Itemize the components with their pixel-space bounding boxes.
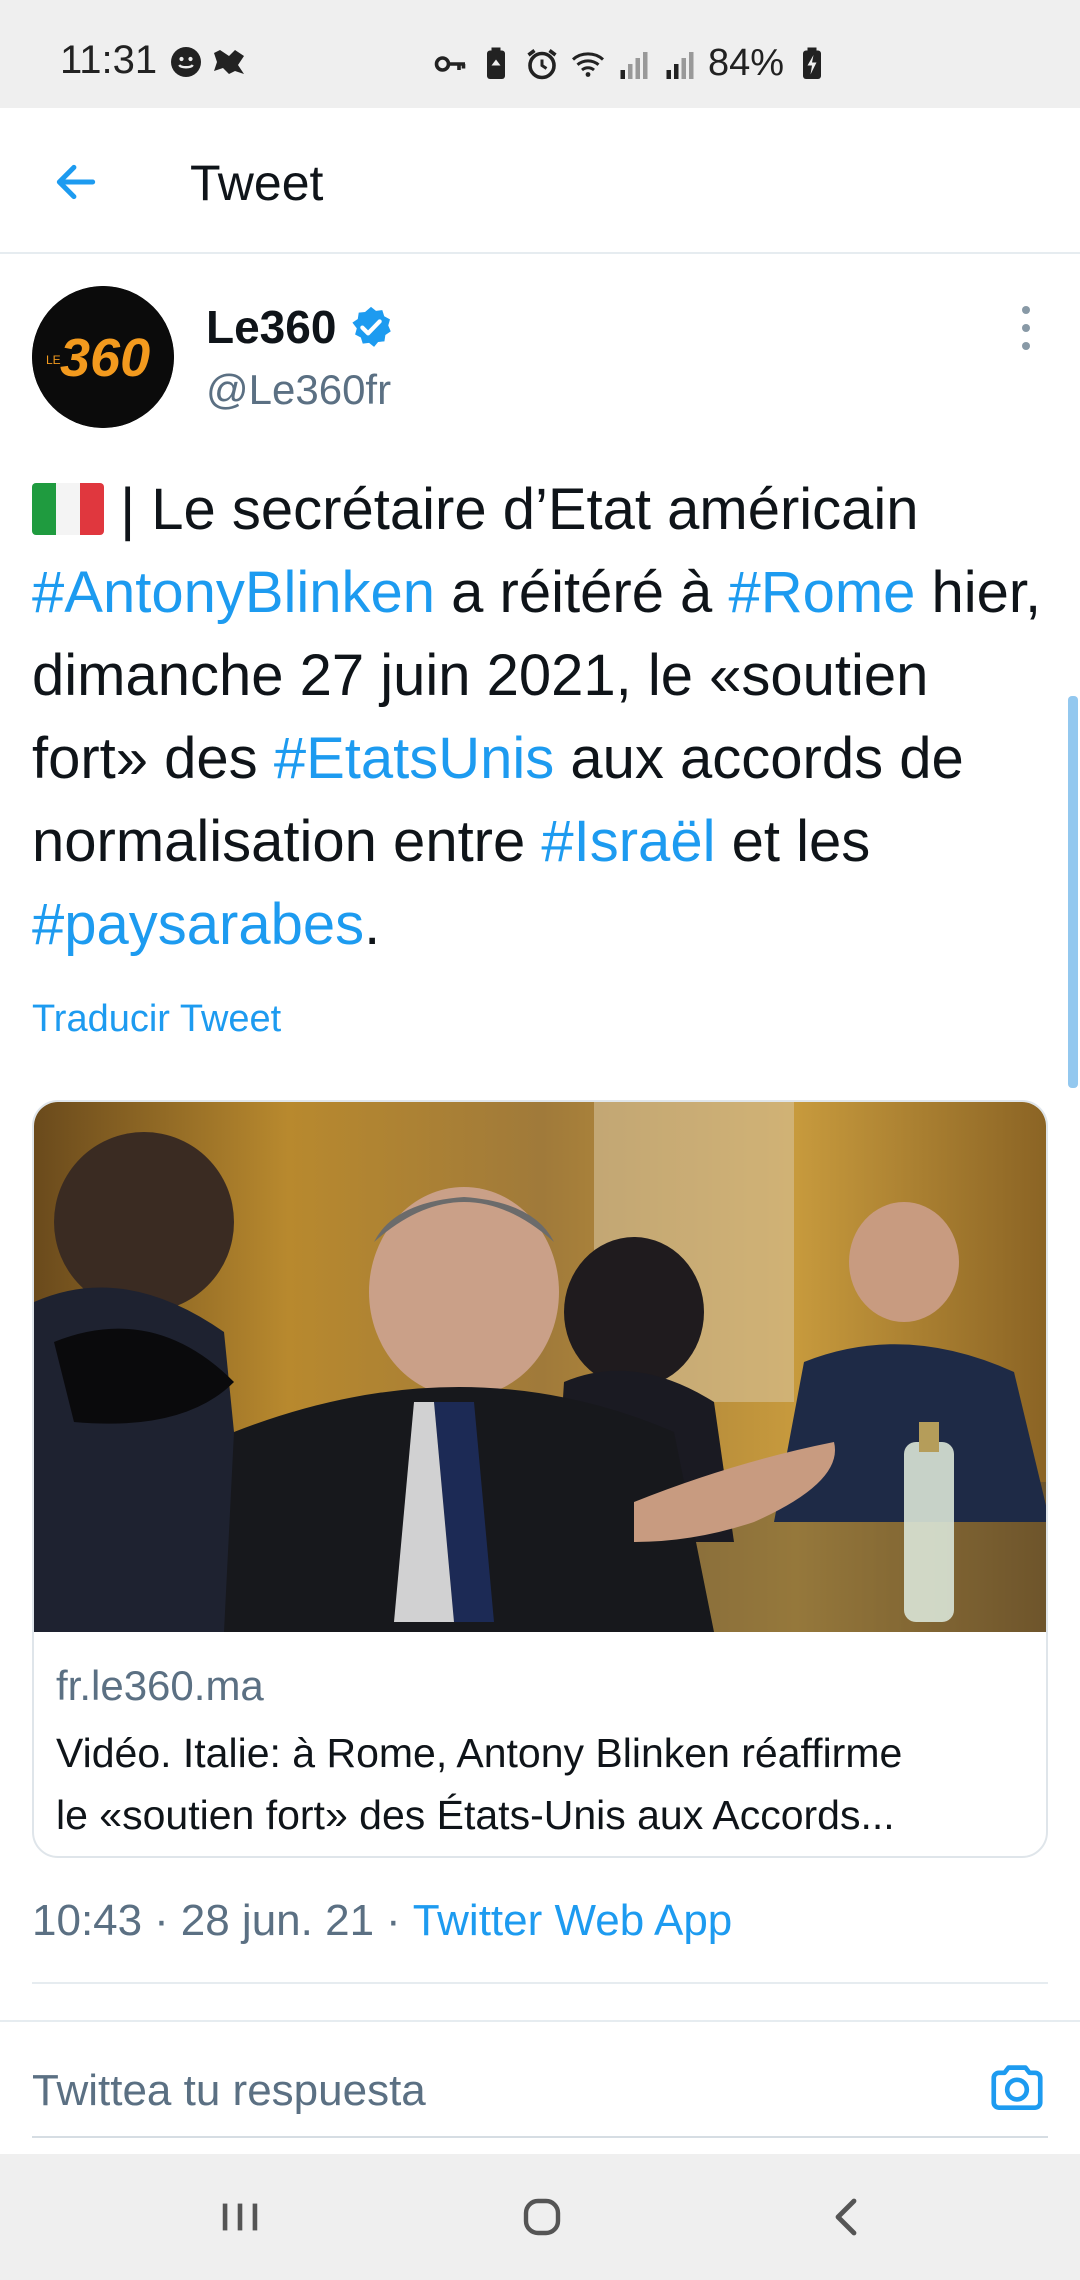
avatar-text: 360 — [60, 328, 150, 388]
display-name[interactable]: Le360 — [206, 300, 394, 354]
verified-badge-icon — [352, 306, 392, 347]
tweet-source-link[interactable]: Twitter Web App — [413, 1896, 733, 1946]
status-bar: 11:31 84% — [0, 0, 1080, 108]
battery-icon — [803, 47, 822, 79]
battery-percent: 84% — [708, 42, 785, 84]
tweet-time: 10:43 — [32, 1896, 143, 1945]
notification-app-icon — [214, 50, 244, 74]
arrow-left-icon — [56, 164, 96, 200]
back-nav-button[interactable] — [806, 2184, 886, 2250]
tweet-text-part: | Le secrétaire d’Etat américain — [104, 477, 919, 542]
home-icon — [523, 2198, 561, 2236]
scrollbar[interactable] — [1068, 696, 1078, 1088]
translate-tweet-link[interactable]: Traducir Tweet — [32, 998, 281, 1041]
status-right-icons: 84% — [432, 42, 830, 85]
vpn-key-icon — [434, 55, 466, 72]
status-time: 11:31 — [60, 38, 158, 82]
tweet-text-part: a réitéré à — [435, 560, 729, 625]
battery-saver-icon — [487, 47, 505, 79]
camera-button[interactable] — [986, 2056, 1048, 2118]
system-nav-bar — [0, 2154, 1080, 2280]
divider — [32, 1982, 1048, 1984]
app-bar: Tweet — [0, 108, 1080, 254]
back-button[interactable] — [40, 146, 112, 218]
more-options-button[interactable] — [1006, 306, 1046, 350]
wifi-icon — [571, 51, 605, 77]
display-name-text: Le360 — [206, 301, 337, 353]
italy-flag-icon — [32, 483, 104, 535]
signal-1-icon — [620, 51, 648, 79]
camera-icon — [991, 2065, 1043, 2110]
tweet-date: 28 jun. 21 — [180, 1896, 375, 1945]
article-photo — [34, 1102, 1046, 1632]
tweet-text: | Le secrétaire d’Etat américain #Antony… — [32, 468, 1052, 966]
avatar-small-text: LE — [46, 353, 61, 367]
chevron-left-icon — [835, 2198, 857, 2236]
recent-apps-button[interactable] — [200, 2184, 280, 2250]
reply-input[interactable]: Twittea tu respuesta — [32, 2058, 972, 2124]
meta-separator: · — [386, 1896, 401, 1945]
user-handle[interactable]: @Le360fr — [206, 366, 391, 414]
tweet-meta: 10:43 · 28 jun. 21 · Twitter Web App — [32, 1896, 732, 1946]
recents-icon — [222, 2203, 258, 2231]
hashtag-link[interactable]: #Rome — [728, 560, 915, 625]
signal-2-icon — [666, 51, 694, 79]
hashtag-link[interactable]: #AntonyBlinken — [32, 560, 435, 625]
reply-underline — [32, 2136, 1048, 2138]
hashtag-link[interactable]: #EtatsUnis — [274, 726, 554, 791]
avatar[interactable]: LE 360 — [32, 286, 174, 428]
home-button[interactable] — [502, 2184, 582, 2250]
hashtag-link[interactable]: #paysarabes — [32, 892, 364, 957]
more-dot-icon — [1022, 324, 1030, 332]
card-title-line: Vidéo. Italie: à Rome, Antony Blinken ré… — [56, 1730, 903, 1776]
more-dot-icon — [1022, 342, 1030, 350]
link-preview-card[interactable]: fr.le360.ma Vidéo. Italie: à Rome, Anton… — [32, 1100, 1048, 1858]
hashtag-link[interactable]: #Israël — [541, 809, 715, 874]
tweet-text-part: . — [364, 892, 381, 957]
tweet-text-part: et les — [715, 809, 871, 874]
page-title: Tweet — [190, 155, 324, 211]
le360-logo-icon: LE 360 — [32, 286, 174, 428]
card-title-line: le «soutien fort» des États-Unis aux Acc… — [56, 1792, 895, 1838]
meta-separator: · — [154, 1896, 169, 1945]
more-dot-icon — [1022, 306, 1030, 314]
divider — [0, 2020, 1080, 2022]
notification-face-icon — [171, 47, 201, 77]
alarm-icon — [527, 48, 557, 79]
status-left-icons — [168, 44, 250, 80]
card-domain: fr.le360.ma — [56, 1662, 264, 1709]
